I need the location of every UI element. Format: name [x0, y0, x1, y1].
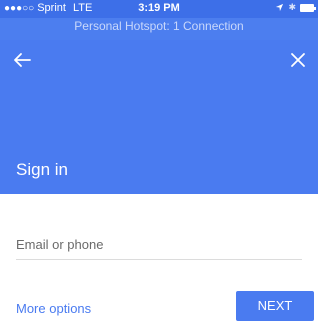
page-title: Sign in [16, 160, 68, 179]
close-button[interactable] [286, 48, 310, 72]
status-right: ✱ [275, 2, 316, 13]
status-time: 3:19 PM [138, 2, 180, 14]
location-arrow-icon [276, 3, 284, 12]
more-options-link[interactable]: More options [16, 301, 91, 316]
close-icon [291, 53, 305, 67]
app-header: Sign in [0, 40, 318, 194]
back-arrow-icon [14, 53, 31, 67]
bluetooth-icon: ✱ [288, 2, 296, 12]
status-bar: ●●●○○ Sprint LTE 3:19 PM ✱ [0, 0, 318, 18]
email-field[interactable]: Email or phone [16, 237, 103, 252]
email-field-underline [16, 259, 302, 260]
back-button[interactable] [10, 48, 34, 72]
battery-icon [300, 3, 316, 12]
next-button[interactable]: NEXT [236, 291, 314, 321]
hotspot-banner[interactable]: Personal Hotspot: 1 Connection [0, 18, 318, 40]
